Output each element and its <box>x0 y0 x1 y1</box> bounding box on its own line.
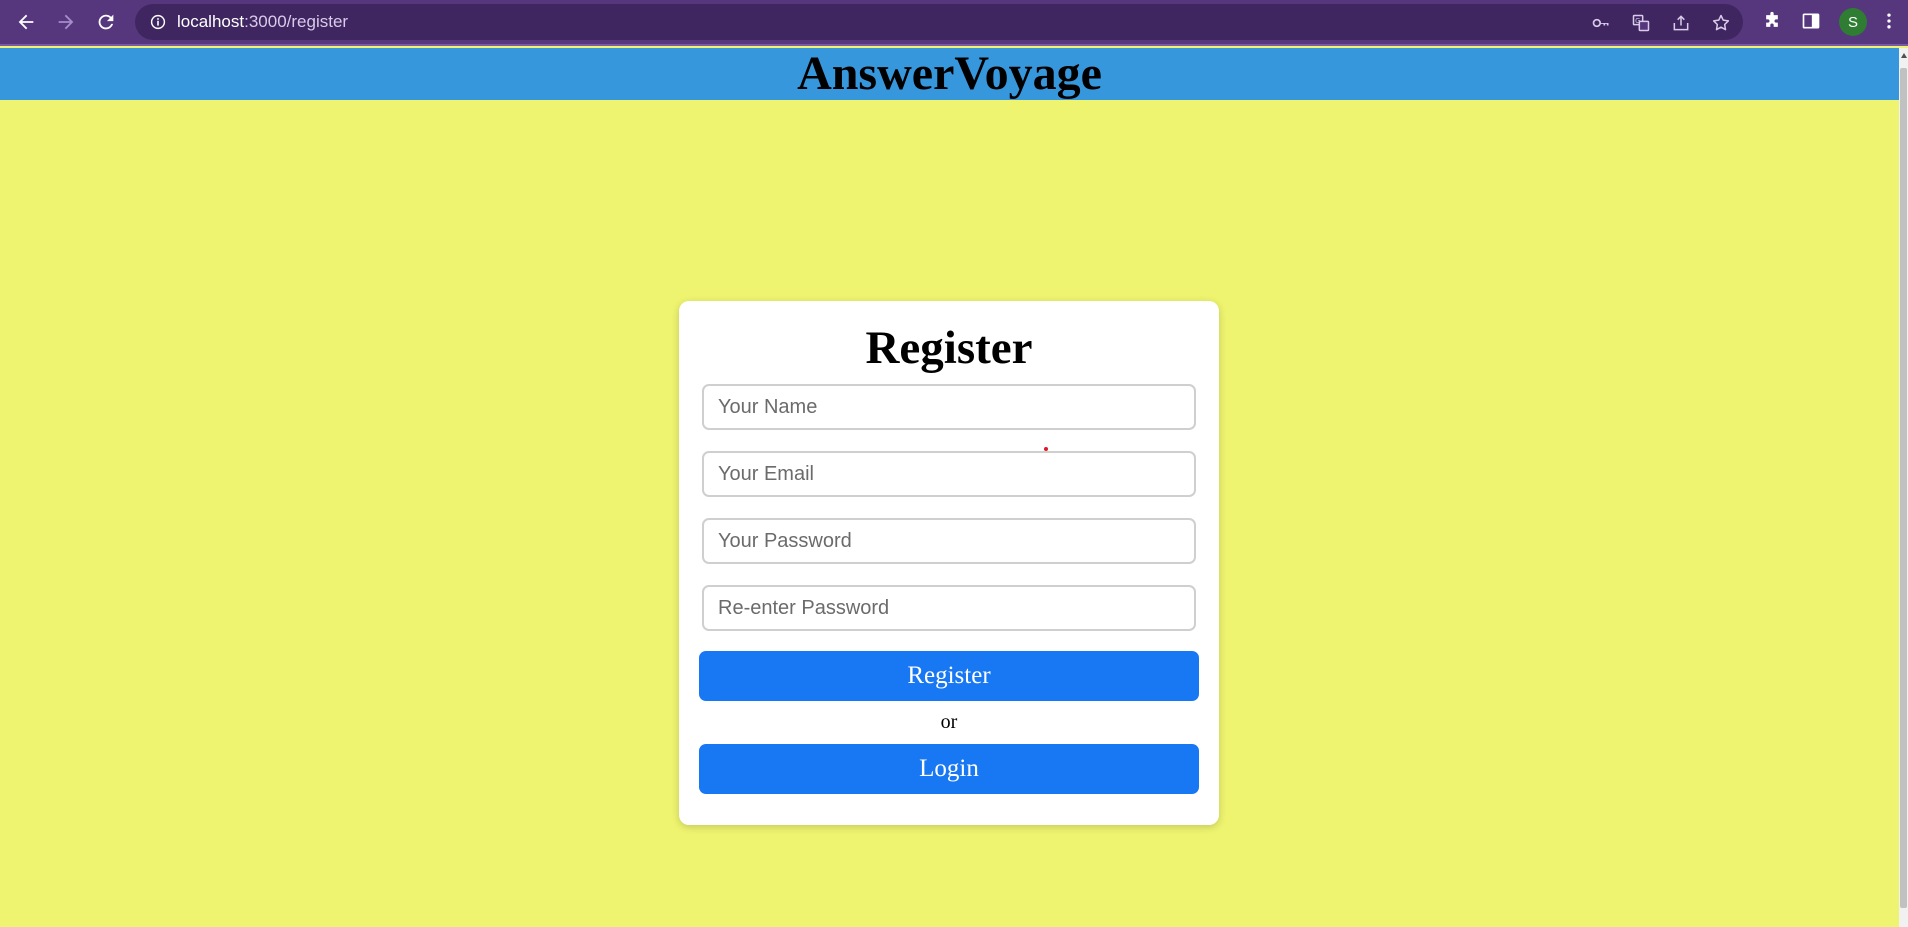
cursor-dot <box>1044 447 1048 451</box>
register-card: Register Register or Login <box>679 301 1219 825</box>
or-separator: or <box>940 711 958 733</box>
back-button[interactable] <box>12 8 40 36</box>
side-panel-icon[interactable] <box>1800 10 1822 32</box>
login-button[interactable]: Login <box>699 744 1199 794</box>
key-icon[interactable] <box>1591 13 1611 33</box>
password-input[interactable] <box>702 518 1196 564</box>
share-icon[interactable] <box>1671 13 1691 33</box>
arrow-left-icon <box>18 14 34 30</box>
puzzle-icon[interactable] <box>1761 10 1783 32</box>
reload-button[interactable] <box>92 8 120 36</box>
url-host: localhost <box>177 12 245 31</box>
forward-button[interactable] <box>52 8 80 36</box>
email-input[interactable] <box>702 451 1196 497</box>
name-input[interactable] <box>702 384 1196 430</box>
translate-icon[interactable]: G <box>1631 13 1651 33</box>
scrollbar-thumb[interactable] <box>1900 68 1907 908</box>
star-icon[interactable] <box>1711 13 1731 33</box>
reload-icon <box>98 14 114 30</box>
browser-toolbar: localhost:3000/register G S <box>0 0 1908 46</box>
url-path: :3000/register <box>244 12 349 31</box>
kebab-menu-icon[interactable] <box>1882 10 1896 32</box>
site-header: AnswerVoyage <box>0 48 1899 100</box>
register-button[interactable]: Register <box>699 651 1199 701</box>
info-circle-icon[interactable] <box>149 13 167 31</box>
register-title: Register <box>865 322 1033 374</box>
page-scrollbar[interactable] <box>1899 48 1908 927</box>
url-text[interactable]: localhost:3000/register <box>177 12 348 32</box>
address-bar[interactable]: localhost:3000/register G <box>135 4 1743 40</box>
scroll-up-arrow-icon[interactable] <box>1901 53 1907 58</box>
arrow-right-icon <box>58 14 74 30</box>
confirm-password-input[interactable] <box>702 585 1196 631</box>
profile-avatar[interactable]: S <box>1839 8 1867 36</box>
site-title: AnswerVoyage <box>797 47 1102 100</box>
svg-text:G: G <box>1635 17 1640 25</box>
